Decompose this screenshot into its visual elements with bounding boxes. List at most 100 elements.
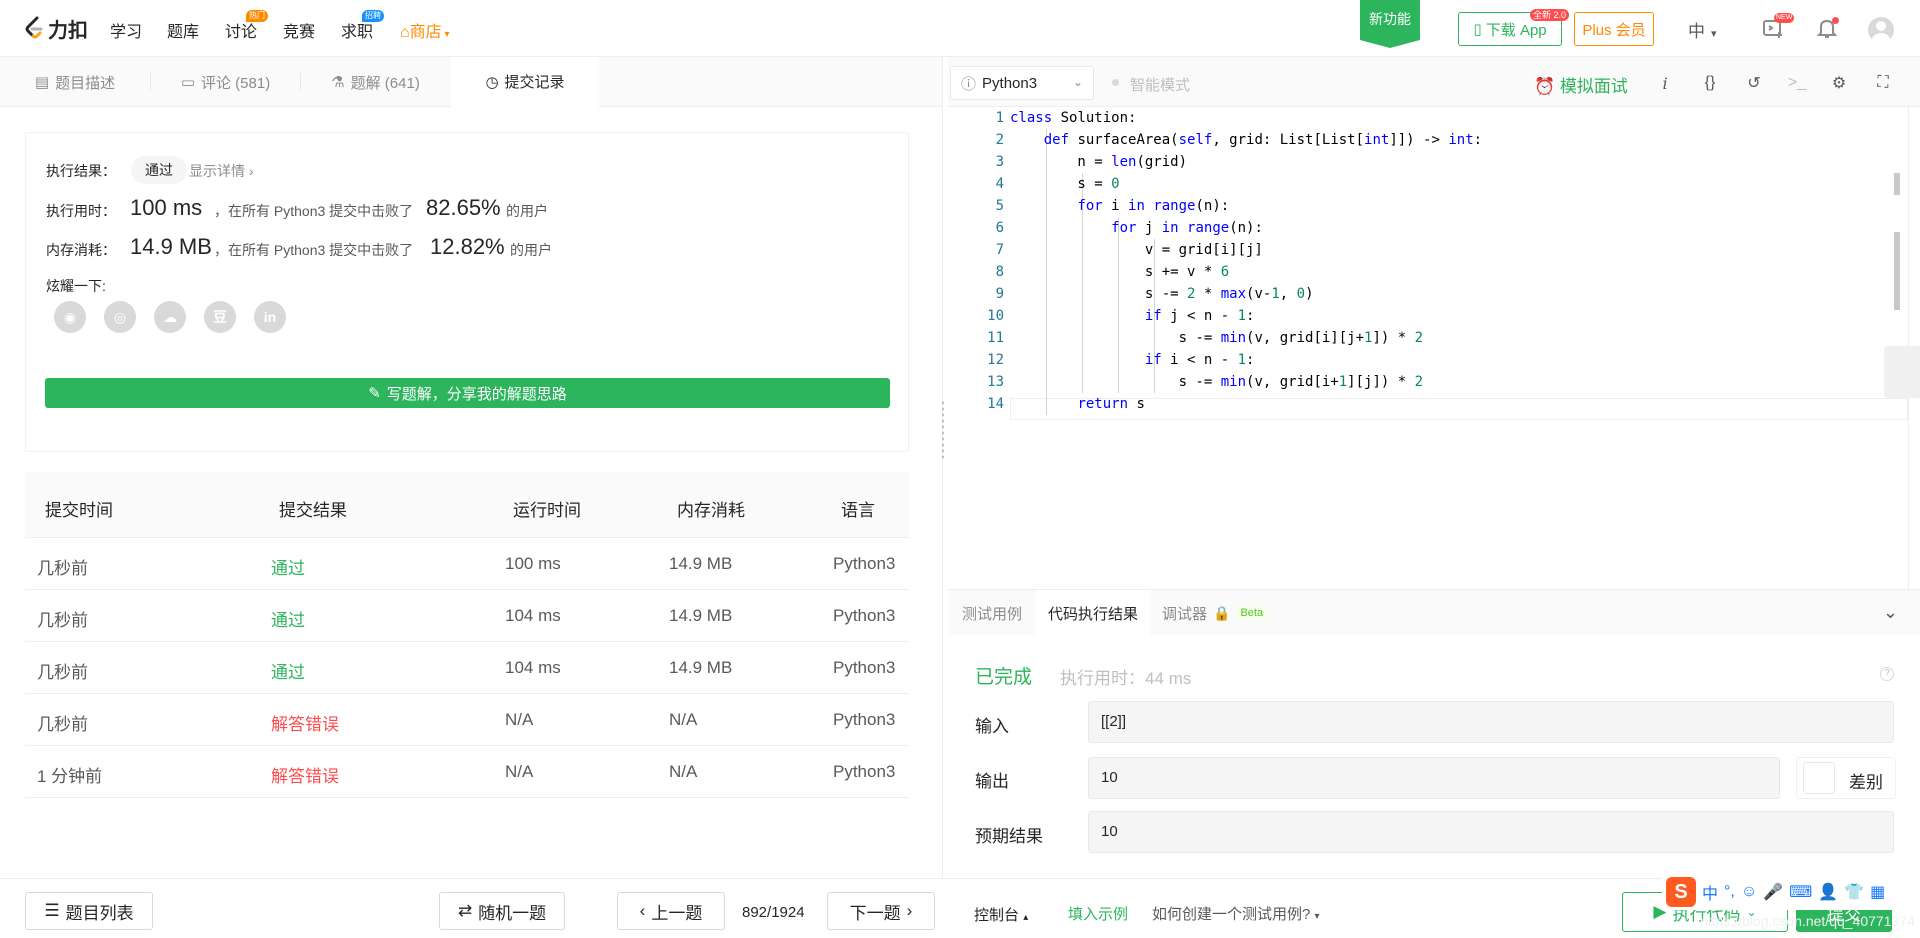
leetcode-logo[interactable]: 力扣: [24, 14, 88, 42]
code-line: 7 v = grid[i][j]: [948, 239, 1908, 261]
grid-icon[interactable]: ▦: [1870, 882, 1885, 902]
user-icon[interactable]: 👤: [1818, 882, 1838, 902]
cell-memory: 14.9 MB: [669, 606, 733, 625]
resize-handle[interactable]: [941, 400, 945, 460]
smart-mode-toggle[interactable]: [1112, 79, 1119, 86]
code-line: 1 class Solution:: [948, 107, 1908, 129]
cell-result[interactable]: 解答错误: [271, 710, 339, 735]
fill-example-link[interactable]: 填入示例: [1068, 903, 1128, 924]
random-problem-button[interactable]: ⇄ 随机一题: [439, 892, 565, 930]
cell-result[interactable]: 通过: [271, 606, 305, 631]
keyboard-icon[interactable]: ⌨: [1789, 882, 1812, 902]
info-icon: ⓘ: [961, 75, 977, 93]
plus-member-button[interactable]: Plus 会员: [1574, 12, 1654, 46]
table-row[interactable]: 几秒前 通过 104 ms 14.9 MB Python3: [25, 642, 909, 694]
braces-icon[interactable]: {}: [1699, 72, 1721, 94]
smart-mode-label[interactable]: 智能模式: [1130, 74, 1190, 95]
terminal-icon[interactable]: >_: [1786, 72, 1808, 94]
problem-list-button[interactable]: ☰ 题目列表: [25, 892, 153, 930]
code-editor[interactable]: 1 class Solution: 2 def surfaceArea(self,…: [948, 107, 1920, 589]
blog-watermark: https://blog.csdn.net/qq_40771374: [1700, 913, 1915, 929]
tab-submissions[interactable]: ◷ 提交记录: [451, 57, 599, 107]
tab-comments-label: 评论 (581): [201, 74, 271, 92]
linkedin-icon[interactable]: in: [254, 301, 286, 333]
line-number: 11: [987, 330, 1004, 346]
code-text: s = 0: [1010, 176, 1120, 192]
how-create-testcase-link[interactable]: 如何创建一个测试用例? ▾: [1152, 903, 1320, 924]
code-line: 8 s += v * 6: [948, 261, 1908, 283]
language-select[interactable]: ⓘ Python3 ⌄: [950, 66, 1094, 100]
diff-toggle[interactable]: 差别: [1796, 757, 1896, 799]
cell-result[interactable]: 通过: [271, 554, 305, 579]
nav-store[interactable]: ⌂商店 ▾: [400, 18, 450, 42]
chevron-down-icon: ▾: [441, 29, 450, 40]
ime-toolbar[interactable]: S 中 °, ☺ 🎤 ⌨ 👤 👕 ▦: [1662, 874, 1920, 910]
nav-contest[interactable]: 竞赛: [283, 18, 315, 42]
tab-submissions-label: 提交记录: [504, 74, 565, 91]
output-box[interactable]: 10: [1088, 757, 1780, 799]
tab-description-label: 题目描述: [55, 74, 116, 92]
phone-icon: ▯: [1473, 21, 1482, 38]
douban-icon[interactable]: 豆: [204, 301, 236, 333]
floating-copy-tool[interactable]: [1884, 346, 1920, 398]
weibo-icon[interactable]: ◎: [104, 301, 136, 333]
mock-interview-button[interactable]: ⏰ 模拟面试: [1534, 72, 1628, 97]
info-italic-icon[interactable]: i: [1654, 72, 1676, 94]
avatar[interactable]: [1868, 17, 1894, 43]
cell-result[interactable]: 通过: [271, 658, 305, 683]
tab-testcase[interactable]: 测试用例: [962, 590, 1022, 636]
ime-mode[interactable]: 中: [1702, 880, 1718, 904]
table-row[interactable]: 几秒前 通过 104 ms 14.9 MB Python3: [25, 590, 909, 642]
prev-problem-button[interactable]: ‹ 上一题: [617, 892, 725, 930]
line-number: 9: [995, 286, 1004, 302]
input-box[interactable]: [[2]]: [1088, 701, 1894, 743]
wechat-icon[interactable]: ◉: [54, 301, 86, 333]
expected-box[interactable]: 10: [1088, 811, 1894, 853]
table-row[interactable]: 1 分钟前 解答错误 N/A N/A Python3: [25, 746, 909, 798]
tab-debugger[interactable]: 调试器 🔒 Beta: [1162, 590, 1268, 636]
cell-result[interactable]: 解答错误: [271, 762, 339, 787]
code-text: s -= min(v, grid[i+1][j]) * 2: [1010, 374, 1424, 390]
next-problem-button[interactable]: 下一题 ›: [827, 892, 935, 930]
reset-icon[interactable]: ↺: [1743, 72, 1765, 94]
shirt-icon[interactable]: 👕: [1844, 882, 1864, 902]
qq-icon[interactable]: ☁: [154, 301, 186, 333]
tab-comments[interactable]: ▭ 评论 (581): [151, 57, 300, 107]
tab-run-result[interactable]: 代码执行结果: [1036, 590, 1151, 636]
new-version-tag: 全新 2.0: [1530, 9, 1570, 21]
scrollbar-marker: [1894, 232, 1900, 310]
hiring-badge: 招聘: [362, 10, 384, 22]
cell-language: Python3: [833, 658, 896, 677]
emoji-icon[interactable]: ☺: [1741, 883, 1757, 901]
microphone-icon[interactable]: 🎤: [1763, 882, 1783, 902]
table-row[interactable]: 几秒前 通过 100 ms 14.9 MB Python3: [25, 538, 909, 590]
mock-interview-label: 模拟面试: [1559, 77, 1628, 96]
fullscreen-icon[interactable]: ⛶: [1872, 72, 1894, 94]
chevron-down-icon[interactable]: ⌄: [1883, 602, 1898, 623]
input-label: 输入: [975, 717, 1009, 736]
cell-language: Python3: [833, 762, 896, 781]
tab-solutions[interactable]: ⚗ 题解 (641): [301, 57, 450, 107]
nav-learn[interactable]: 学习: [110, 18, 142, 42]
tab-description[interactable]: ▤ 题目描述: [0, 57, 150, 107]
code-text: return s: [1077, 396, 1145, 412]
nav-problems[interactable]: 题库: [167, 18, 199, 42]
language-switch[interactable]: 中 ▾: [1688, 17, 1717, 42]
code-line: 10 if j < n - 1:: [948, 305, 1908, 327]
notification-dot: [1832, 17, 1839, 24]
help-icon[interactable]: ?: [1880, 667, 1894, 681]
code-text: if i < n - 1:: [1144, 352, 1255, 368]
show-details-link[interactable]: 显示详情 ›: [189, 161, 254, 181]
diff-checkbox[interactable]: [1803, 762, 1835, 794]
console-toggle[interactable]: 控制台 ▴: [974, 904, 1028, 925]
table-row[interactable]: 几秒前 解答错误 N/A N/A Python3: [25, 694, 909, 746]
cell-language: Python3: [833, 554, 896, 573]
settings-icon[interactable]: ⚙: [1828, 72, 1850, 94]
punctuation-icon[interactable]: °,: [1724, 883, 1735, 901]
write-solution-button[interactable]: ✎ 写题解，分享我的解题思路: [45, 378, 890, 408]
result-badge: 通过: [131, 156, 187, 184]
code-text: for j in range(n):: [1111, 220, 1263, 236]
store-icon: ⌂: [400, 24, 410, 41]
new-feature-ribbon[interactable]: 新功能: [1360, 0, 1420, 48]
caret-down-icon: ▾: [1314, 911, 1320, 922]
